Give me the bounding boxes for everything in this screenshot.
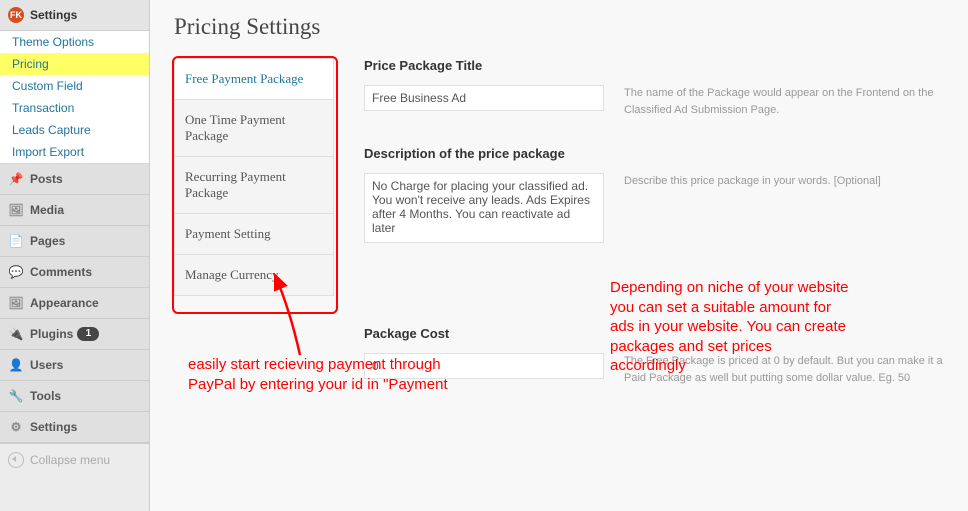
field-desc: Description of the price package Describ… [364,146,944,246]
field-cost: Package Cost The Free Package is priced … [364,326,944,386]
submenu-list: Theme OptionsPricingCustom FieldTransact… [0,31,149,164]
collapse-icon [8,452,24,468]
menu-item-comments[interactable]: 💬 Comments [0,257,149,288]
field-title-label: Price Package Title [364,58,944,73]
menu-item-label: Settings [30,420,77,434]
appearance-icon: 🖼 [8,295,24,311]
collapse-menu[interactable]: Collapse menu [0,443,149,476]
tools-icon: 🔧 [8,388,24,404]
submenu-item-theme-options[interactable]: Theme Options [0,31,149,53]
users-icon: 👤 [8,357,24,373]
settings-icon: ⚙ [8,419,24,435]
field-title: Price Package Title The name of the Pack… [364,58,944,118]
menu-item-label: Users [30,358,63,372]
settings-form: Price Package Title The name of the Pack… [334,58,944,414]
title-input[interactable] [364,85,604,111]
submenu-item-leads-capture[interactable]: Leads Capture [0,119,149,141]
submenu-item-transaction[interactable]: Transaction [0,97,149,119]
desc-textarea[interactable] [364,173,604,243]
menu-item-settings[interactable]: ⚙ Settings [0,412,149,443]
submenu-item-pricing[interactable]: Pricing [0,53,149,75]
field-cost-label: Package Cost [364,326,944,341]
menu-item-media[interactable]: 🖼 Media [0,195,149,226]
menu-item-label: Media [30,203,64,217]
menu-section-settings[interactable]: FK Settings [0,0,149,31]
field-desc-label: Description of the price package [364,146,944,161]
menu-item-tools[interactable]: 🔧 Tools [0,381,149,412]
menu-item-pages[interactable]: 📄 Pages [0,226,149,257]
media-icon: 🖼 [8,202,24,218]
menu-item-appearance[interactable]: 🖼 Appearance [0,288,149,319]
submenu-item-import-export[interactable]: Import Export [0,141,149,163]
collapse-label: Collapse menu [30,453,110,467]
comment-icon: 💬 [8,264,24,280]
brand-icon: FK [8,7,24,23]
tab-recurring-payment-package[interactable]: Recurring Payment Package [175,157,333,214]
menu-item-posts[interactable]: 📌 Posts [0,164,149,195]
menu-item-label: Plugins [30,327,73,341]
menu-item-label: Tools [30,389,61,403]
update-badge: 1 [77,327,99,341]
submenu-item-custom-field[interactable]: Custom Field [0,75,149,97]
page-title: Pricing Settings [174,14,944,40]
pin-icon: 📌 [8,171,24,187]
plugin-icon: 🔌 [8,326,24,342]
menu-item-label: Comments [30,265,92,279]
title-help: The name of the Package would appear on … [604,85,944,118]
cost-input[interactable] [364,353,604,379]
admin-sidebar: FK Settings Theme OptionsPricingCustom F… [0,0,150,511]
menu-section-label: Settings [30,8,77,22]
tab-one-time-payment-package[interactable]: One Time Payment Package [175,100,333,157]
tab-free-payment-package[interactable]: Free Payment Package [175,59,333,100]
content-area: Pricing Settings Free Payment PackageOne… [150,0,968,511]
settings-tabs: Free Payment PackageOne Time Payment Pac… [174,58,334,296]
page-icon: 📄 [8,233,24,249]
menu-item-label: Pages [30,234,65,248]
tab-payment-setting[interactable]: Payment Setting [175,214,333,255]
tab-manage-currency[interactable]: Manage Currency [175,255,333,295]
cost-help: The Free Package is priced at 0 by defau… [604,353,944,386]
menu-item-label: Appearance [30,296,99,310]
menu-item-label: Posts [30,172,63,186]
menu-item-plugins[interactable]: 🔌 Plugins 1 [0,319,149,350]
desc-help: Describe this price package in your word… [604,173,944,190]
menu-item-users[interactable]: 👤 Users [0,350,149,381]
